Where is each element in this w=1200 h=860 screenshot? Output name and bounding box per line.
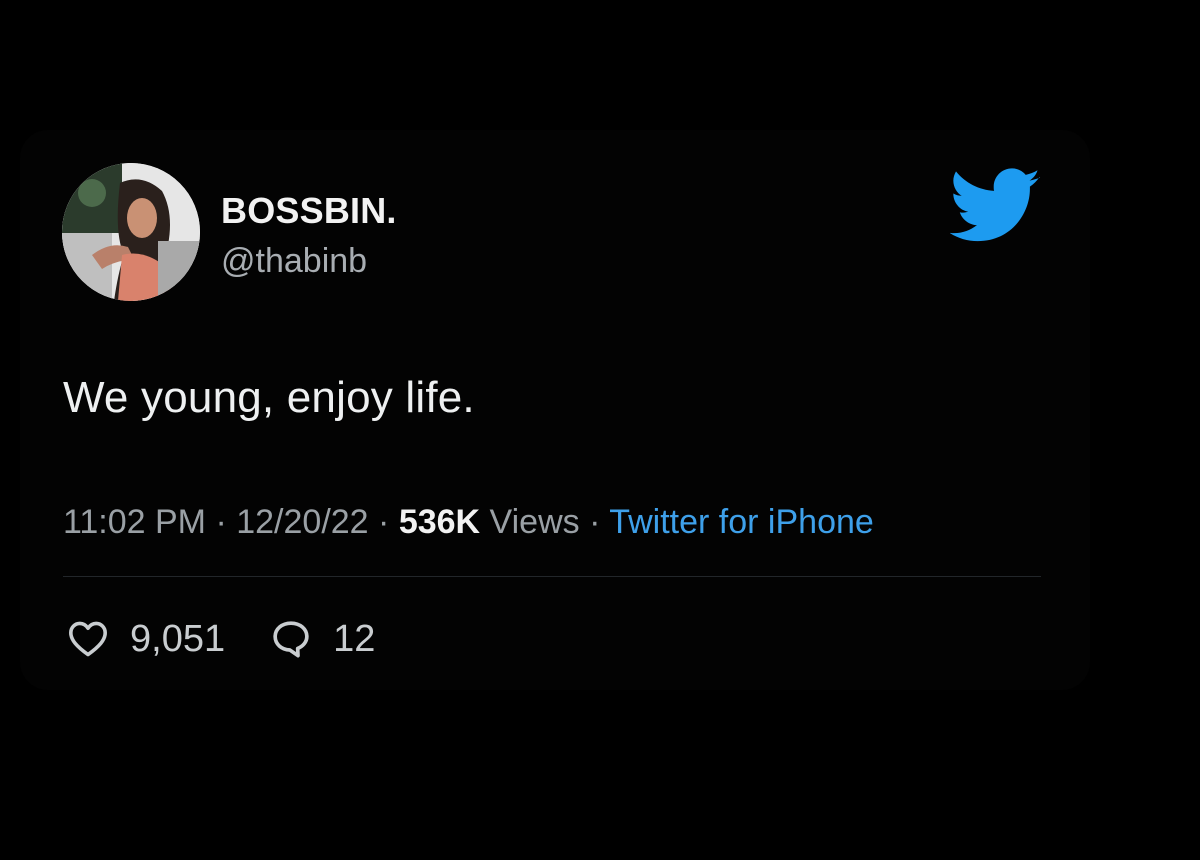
twitter-bird-icon	[949, 168, 1042, 248]
divider	[63, 576, 1041, 577]
views-label: Views	[480, 503, 580, 541]
tweet-text: We young, enjoy life.	[63, 373, 475, 422]
tweet-time[interactable]: 11:02 PM	[63, 503, 206, 541]
reply-button[interactable]: 12	[269, 617, 375, 661]
display-name[interactable]: BOSSBIN.	[221, 190, 397, 232]
user-handle[interactable]: @thabinb	[221, 242, 367, 281]
like-button[interactable]: 9,051	[66, 617, 225, 661]
reply-count: 12	[333, 617, 376, 660]
like-count: 9,051	[130, 617, 226, 660]
speech-bubble-icon[interactable]	[269, 617, 313, 661]
tweet-screenshot: BOSSBIN. @thabinb We young, enjoy life. …	[0, 0, 1200, 860]
tweet-date[interactable]: 12/20/22	[236, 503, 368, 541]
source-link[interactable]: Twitter for iPhone	[609, 503, 874, 541]
avatar-photo	[62, 163, 200, 301]
tweet-stats: 9,051 12	[66, 614, 375, 664]
tweet-meta: 11:02 PM · 12/20/22 · 536K Views · Twitt…	[63, 503, 874, 542]
avatar[interactable]	[62, 163, 200, 301]
heart-icon[interactable]	[66, 617, 110, 661]
views-count[interactable]: 536K	[399, 503, 480, 541]
meta-separator: ·	[368, 503, 399, 541]
meta-separator: ·	[579, 503, 610, 541]
meta-separator: ·	[206, 503, 237, 541]
